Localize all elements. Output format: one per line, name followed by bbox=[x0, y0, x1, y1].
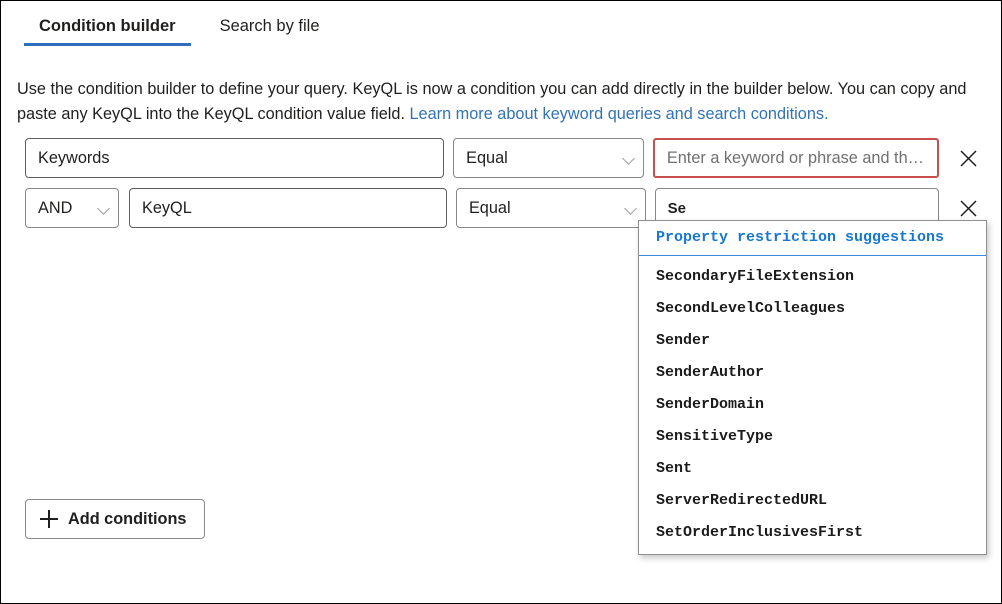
tab-condition-builder-label: Condition builder bbox=[39, 17, 176, 35]
operator-select-row-1-value: Equal bbox=[466, 148, 508, 167]
property-field-keywords[interactable]: Keywords bbox=[25, 138, 445, 178]
suggestion-item[interactable]: SetOrderInclusivesFirst bbox=[639, 516, 986, 548]
condition-builder-panel: Condition builder Search by file Use the… bbox=[0, 0, 1002, 604]
property-field-keyql[interactable]: KeyQL bbox=[129, 188, 447, 228]
chevron-down-icon bbox=[623, 152, 635, 164]
add-conditions-label: Add conditions bbox=[68, 509, 187, 528]
learn-more-link[interactable]: Learn more about keyword queries and sea… bbox=[410, 105, 829, 123]
suggestion-item[interactable]: SecondaryFileExtension bbox=[639, 260, 986, 292]
plus-icon bbox=[40, 510, 58, 528]
value-input-row-1[interactable]: Enter a keyword or phrase and th… bbox=[652, 138, 939, 178]
suggestion-item[interactable]: SenderAuthor bbox=[639, 356, 986, 388]
conjunction-select-row-2-value: AND bbox=[38, 198, 73, 217]
tab-search-by-file[interactable]: Search by file bbox=[198, 11, 342, 46]
suggestion-item[interactable]: SensitiveType bbox=[639, 420, 986, 452]
operator-select-row-2-value: Equal bbox=[468, 198, 511, 217]
suggestion-item[interactable]: ServerRedirectedURL bbox=[639, 484, 986, 516]
property-field-keyql-value: KeyQL bbox=[142, 198, 192, 217]
suggestions-list: SecondaryFileExtension SecondLevelCollea… bbox=[639, 256, 986, 554]
value-input-row-2-value: Se bbox=[667, 199, 686, 217]
close-icon bbox=[959, 199, 977, 217]
chevron-down-icon bbox=[98, 202, 110, 214]
suggestion-item[interactable]: SenderDomain bbox=[639, 388, 986, 420]
close-icon bbox=[959, 149, 977, 167]
suggestion-item[interactable]: Sent bbox=[639, 452, 986, 484]
add-conditions-button[interactable]: Add conditions bbox=[25, 499, 206, 539]
tab-search-by-file-label: Search by file bbox=[219, 17, 320, 35]
operator-select-row-2[interactable]: Equal bbox=[455, 188, 646, 228]
tab-bar: Condition builder Search by file bbox=[17, 11, 342, 46]
condition-row: Keywords Equal Enter a keyword or phrase… bbox=[25, 138, 985, 178]
value-input-row-1-placeholder: Enter a keyword or phrase and th… bbox=[666, 148, 924, 167]
description-text: Use the condition builder to define your… bbox=[17, 77, 979, 127]
suggestion-item[interactable]: Sender bbox=[639, 324, 986, 356]
operator-select-row-1[interactable]: Equal bbox=[453, 138, 644, 178]
remove-condition-row-1-button[interactable] bbox=[951, 141, 985, 175]
property-restriction-suggestions-dropdown: Property restriction suggestions Seconda… bbox=[638, 220, 987, 555]
chevron-down-icon bbox=[625, 202, 637, 214]
property-field-keywords-value: Keywords bbox=[38, 148, 110, 167]
conjunction-select-row-2[interactable]: AND bbox=[25, 188, 119, 228]
tab-condition-builder[interactable]: Condition builder bbox=[17, 11, 198, 46]
suggestion-item[interactable]: SecondLevelColleagues bbox=[639, 292, 986, 324]
suggestions-header: Property restriction suggestions bbox=[639, 221, 986, 256]
